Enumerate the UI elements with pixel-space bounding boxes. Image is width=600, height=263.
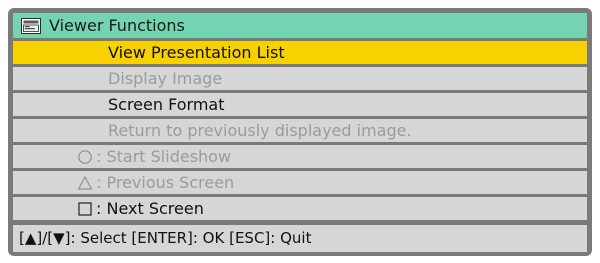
key-help-text: [▲]/[▼]: Select [ENTER]: OK [ESC]: Quit: [19, 229, 312, 247]
menu-item-label: Display Image: [108, 69, 223, 88]
viewer-icon: [21, 17, 41, 34]
square-button-icon: [77, 201, 93, 217]
menu-item-display-image[interactable]: Display Image: [13, 67, 587, 90]
circle-button-icon: [77, 149, 93, 165]
menu-item-start-slideshow[interactable]: : Start Slideshow: [13, 145, 587, 168]
menu-list: View Presentation List Display Image Scr…: [13, 41, 587, 223]
key-help-bar: [▲]/[▼]: Select [ENTER]: OK [ESC]: Quit: [13, 225, 587, 252]
menu-item-view-presentation-list[interactable]: View Presentation List: [13, 41, 587, 64]
menu-item-next-screen[interactable]: : Next Screen: [13, 197, 587, 220]
menu-item-label: : Previous Screen: [96, 173, 235, 192]
triangle-button-icon: [77, 175, 93, 191]
menu-item-screen-format[interactable]: Screen Format: [13, 93, 587, 116]
menu-item-label: : Next Screen: [96, 199, 204, 218]
title-bar: Viewer Functions: [13, 13, 587, 38]
menu-item-label: View Presentation List: [108, 43, 285, 62]
viewer-screen: Viewer Functions View Presentation List …: [0, 0, 600, 263]
menu-item-label: Screen Format: [108, 95, 225, 114]
menu-item-previous-screen[interactable]: : Previous Screen: [13, 171, 587, 194]
menu-item-return-previous-image[interactable]: Return to previously displayed image.: [13, 119, 587, 142]
title-text: Viewer Functions: [49, 16, 185, 35]
menu-item-label: : Start Slideshow: [96, 147, 232, 166]
menu-item-label: Return to previously displayed image.: [108, 121, 412, 140]
viewer-functions-panel: Viewer Functions View Presentation List …: [8, 8, 592, 256]
